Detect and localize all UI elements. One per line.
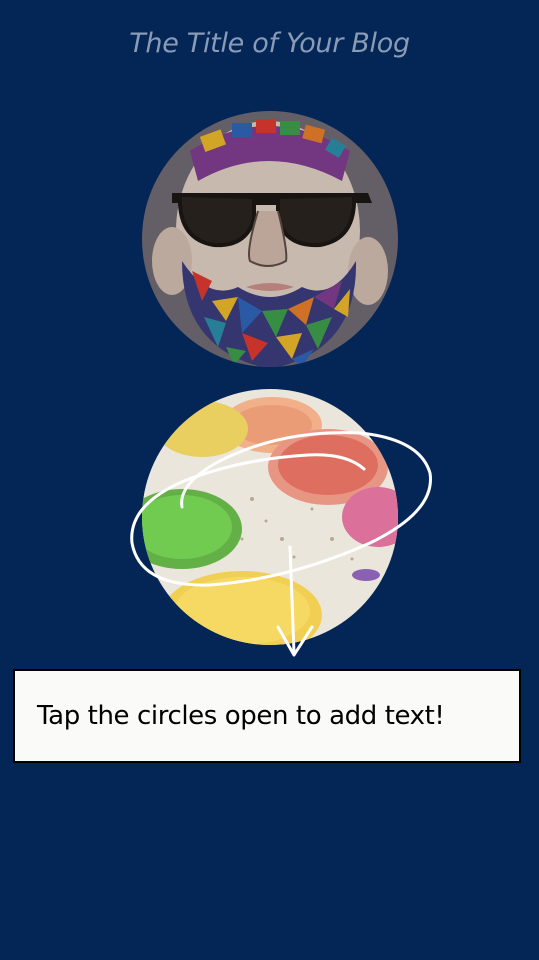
- page: The Title of Your Blog Tap the circles o…: [0, 0, 539, 960]
- watercolor-palette-image: [142, 389, 398, 645]
- instruction-text: Tap the circles open to add text!: [37, 701, 445, 731]
- instruction-box: Tap the circles open to add text!: [13, 669, 521, 763]
- avatar-circle[interactable]: [142, 111, 398, 367]
- blog-title: The Title of Your Blog: [129, 28, 410, 59]
- bearded-man-illustration: [142, 111, 398, 367]
- paint-circle[interactable]: [142, 389, 398, 645]
